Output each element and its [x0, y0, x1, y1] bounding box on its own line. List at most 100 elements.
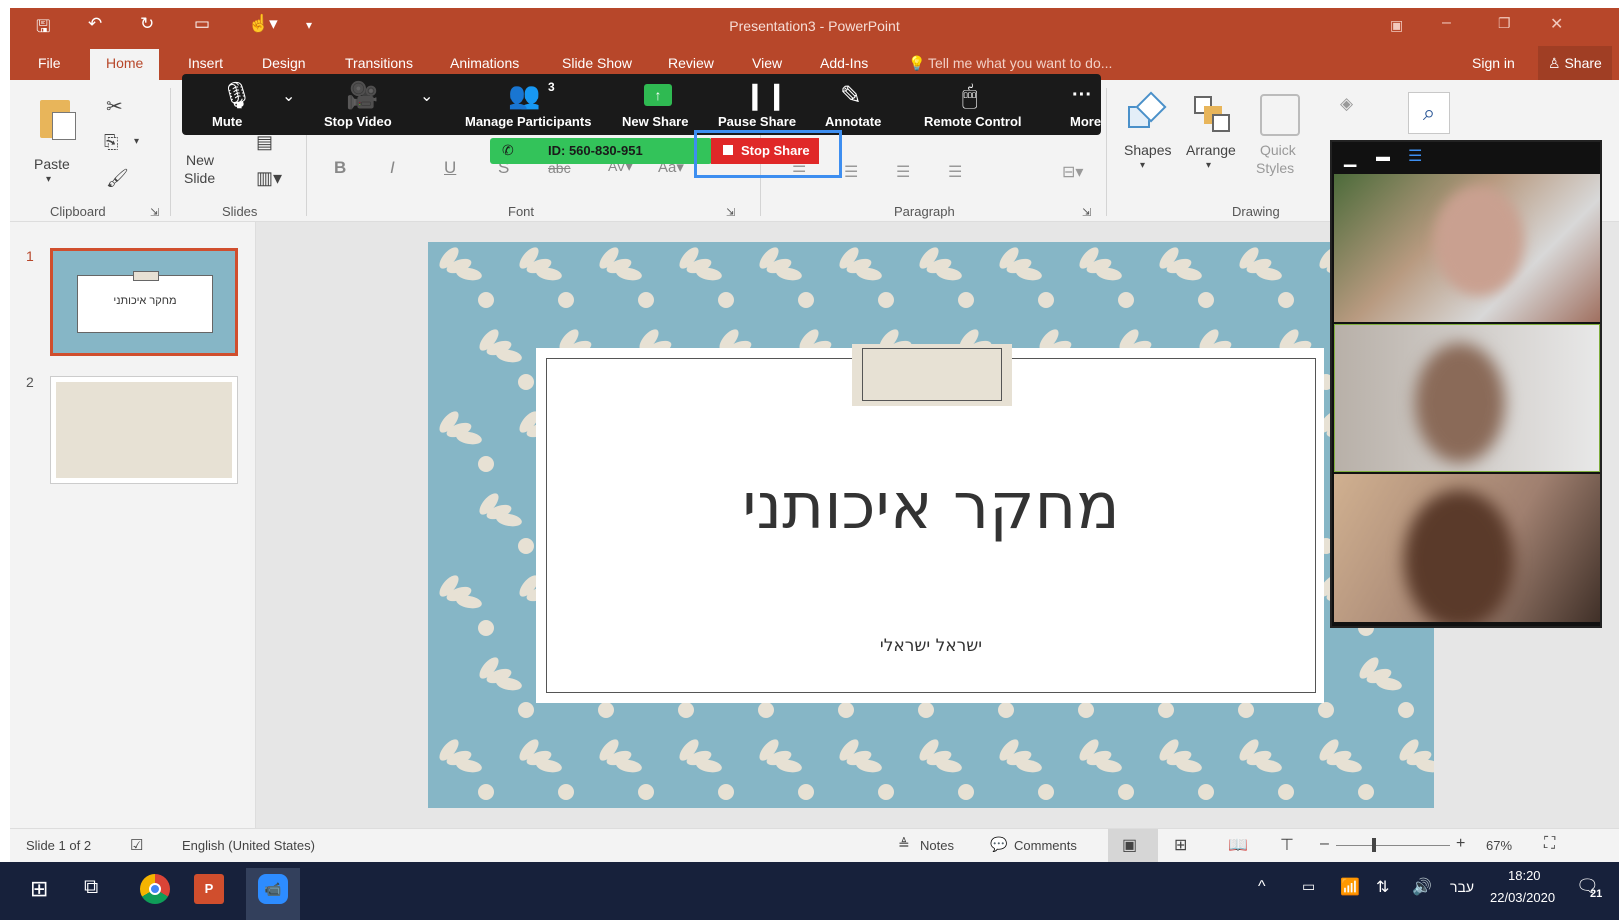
- new-slide-label-1[interactable]: New: [186, 152, 214, 168]
- tab-design[interactable]: Design: [262, 55, 306, 71]
- paste-dropdown-icon[interactable]: ▾: [46, 174, 51, 185]
- reading-view-icon[interactable]: 📖: [1228, 835, 1248, 855]
- zoom-out-icon[interactable]: –: [1320, 835, 1329, 853]
- align-text-icon[interactable]: ⊟▾: [1062, 162, 1083, 182]
- powerpoint-taskbar-icon[interactable]: P: [194, 874, 224, 904]
- comments-icon[interactable]: 💬: [990, 836, 1007, 853]
- zoom-level[interactable]: 67%: [1486, 838, 1512, 853]
- bold-icon[interactable]: B: [334, 158, 346, 178]
- comments-button[interactable]: Comments: [1014, 838, 1077, 853]
- format-painter-icon[interactable]: 🖌: [106, 168, 129, 189]
- gallery-view-icon[interactable]: ☰: [1408, 146, 1422, 166]
- fit-to-window-icon[interactable]: ⛶: [1544, 835, 1555, 853]
- pause-icon[interactable]: ❙❙: [744, 80, 788, 111]
- new-share-button[interactable]: New Share: [622, 114, 688, 129]
- windows-start-icon[interactable]: ⊞: [30, 876, 48, 902]
- pencil-icon[interactable]: ✎: [840, 80, 862, 111]
- shapes-dropdown-icon[interactable]: ▾: [1140, 160, 1145, 171]
- align-center-icon[interactable]: ☰: [844, 162, 858, 182]
- show-hidden-icons[interactable]: ^: [1258, 878, 1266, 896]
- tab-file[interactable]: File: [38, 55, 61, 71]
- volume-icon[interactable]: 🔊: [1412, 877, 1432, 897]
- arrange-label[interactable]: Arrange: [1186, 142, 1236, 158]
- tab-insert[interactable]: Insert: [188, 55, 223, 71]
- language-indicator[interactable]: English (United States): [182, 838, 315, 853]
- annotate-button[interactable]: Annotate: [825, 114, 881, 129]
- close-icon[interactable]: ✕: [1550, 14, 1563, 34]
- chrome-icon[interactable]: [140, 874, 170, 904]
- audio-options-chevron-icon[interactable]: ⌄: [282, 86, 295, 106]
- shape-fill-icon[interactable]: ◈: [1340, 94, 1353, 114]
- participant-video-1[interactable]: [1334, 174, 1600, 322]
- participant-video-2[interactable]: [1334, 324, 1600, 472]
- zoom-taskbar-button[interactable]: 📹: [246, 868, 300, 920]
- pause-share-button[interactable]: Pause Share: [718, 114, 796, 129]
- slideshow-view-icon[interactable]: ⊤: [1280, 835, 1294, 855]
- layout-icon[interactable]: ▤: [256, 132, 273, 153]
- quick-styles-icon[interactable]: [1260, 94, 1300, 136]
- tab-view[interactable]: View: [752, 55, 782, 71]
- tab-add-ins[interactable]: Add-Ins: [820, 55, 868, 71]
- more-dots-icon[interactable]: ···: [1072, 84, 1092, 107]
- section-icon[interactable]: ▥▾: [256, 168, 282, 189]
- paste-icon[interactable]: [34, 94, 78, 146]
- notes-button[interactable]: Notes: [920, 838, 954, 853]
- zoom-slider-thumb[interactable]: [1372, 838, 1376, 852]
- clock-date[interactable]: 22/03/2020: [1490, 890, 1555, 905]
- task-view-icon[interactable]: ⧉: [84, 876, 98, 899]
- normal-view-icon[interactable]: ▣: [1122, 835, 1137, 855]
- share-button[interactable]: ♙ Share: [1538, 46, 1612, 80]
- ribbon-display-icon[interactable]: ▣: [1390, 17, 1403, 34]
- minimize-video-icon[interactable]: ▁: [1344, 148, 1356, 168]
- minimize-icon[interactable]: –: [1442, 14, 1451, 32]
- slide-title[interactable]: מחקר איכותני: [546, 470, 1316, 544]
- zoom-in-icon[interactable]: +: [1456, 835, 1465, 853]
- tab-review[interactable]: Review: [668, 55, 714, 71]
- notes-icon[interactable]: ≜: [898, 836, 910, 853]
- new-slide-label-2[interactable]: Slide: [184, 170, 215, 186]
- copy-dropdown-icon[interactable]: ▾: [134, 136, 139, 147]
- slide-sorter-icon[interactable]: ⊞: [1174, 835, 1187, 855]
- remote-control-button[interactable]: Remote Control: [924, 114, 1022, 129]
- arrange-dropdown-icon[interactable]: ▾: [1206, 160, 1211, 171]
- arrange-icon[interactable]: [1194, 96, 1230, 134]
- language-indicator-taskbar[interactable]: עבר: [1450, 879, 1474, 895]
- quick-styles-label-1[interactable]: Quick: [1260, 142, 1296, 158]
- battery-icon[interactable]: ▭: [1302, 878, 1315, 895]
- paste-label[interactable]: Paste: [34, 156, 70, 172]
- more-button[interactable]: More: [1070, 114, 1101, 129]
- tab-animations[interactable]: Animations: [450, 55, 519, 71]
- clock-time[interactable]: 18:20: [1508, 868, 1541, 883]
- microphone-icon[interactable]: 🎙: [220, 80, 253, 111]
- sign-in-link[interactable]: Sign in: [1472, 55, 1515, 71]
- slide-thumbnail-1[interactable]: מחקר איכותני: [50, 248, 238, 356]
- slide-thumbnail-2[interactable]: [50, 376, 238, 484]
- new-share-icon[interactable]: ↑: [644, 84, 672, 106]
- font-launcher-icon[interactable]: ⇲: [726, 206, 735, 219]
- align-right-icon[interactable]: ☰: [896, 162, 910, 182]
- restore-icon[interactable]: ❐: [1498, 15, 1511, 32]
- justify-icon[interactable]: ☰: [948, 162, 962, 182]
- network-icon[interactable]: ⇅: [1376, 877, 1389, 897]
- tab-transitions[interactable]: Transitions: [345, 55, 413, 71]
- quick-styles-label-2[interactable]: Styles: [1256, 160, 1294, 176]
- wifi-icon[interactable]: 📶: [1340, 877, 1360, 897]
- participant-video-3[interactable]: [1334, 474, 1600, 622]
- zoom-slider[interactable]: [1336, 845, 1450, 846]
- shapes-label[interactable]: Shapes: [1124, 142, 1171, 158]
- find-icon[interactable]: ⌕: [1408, 92, 1450, 134]
- video-options-chevron-icon[interactable]: ⌄: [420, 86, 433, 106]
- stop-video-button[interactable]: Stop Video: [324, 114, 392, 129]
- italic-icon[interactable]: I: [390, 158, 395, 178]
- speaker-view-icon[interactable]: ▬: [1376, 148, 1390, 164]
- manage-participants-button[interactable]: Manage Participants: [465, 114, 591, 129]
- shapes-icon[interactable]: [1124, 91, 1167, 134]
- slide-subtitle[interactable]: ישראל ישראלי: [546, 636, 1316, 656]
- cut-icon[interactable]: ✂: [106, 94, 123, 119]
- participants-icon[interactable]: 👥: [508, 80, 540, 111]
- tell-me-box[interactable]: Tell me what you want to do...: [928, 55, 1112, 71]
- mute-button[interactable]: Mute: [212, 114, 242, 129]
- video-camera-icon[interactable]: 🎥: [346, 80, 378, 111]
- clipboard-launcher-icon[interactable]: ⇲: [150, 206, 159, 219]
- copy-icon[interactable]: ⎘: [104, 132, 118, 153]
